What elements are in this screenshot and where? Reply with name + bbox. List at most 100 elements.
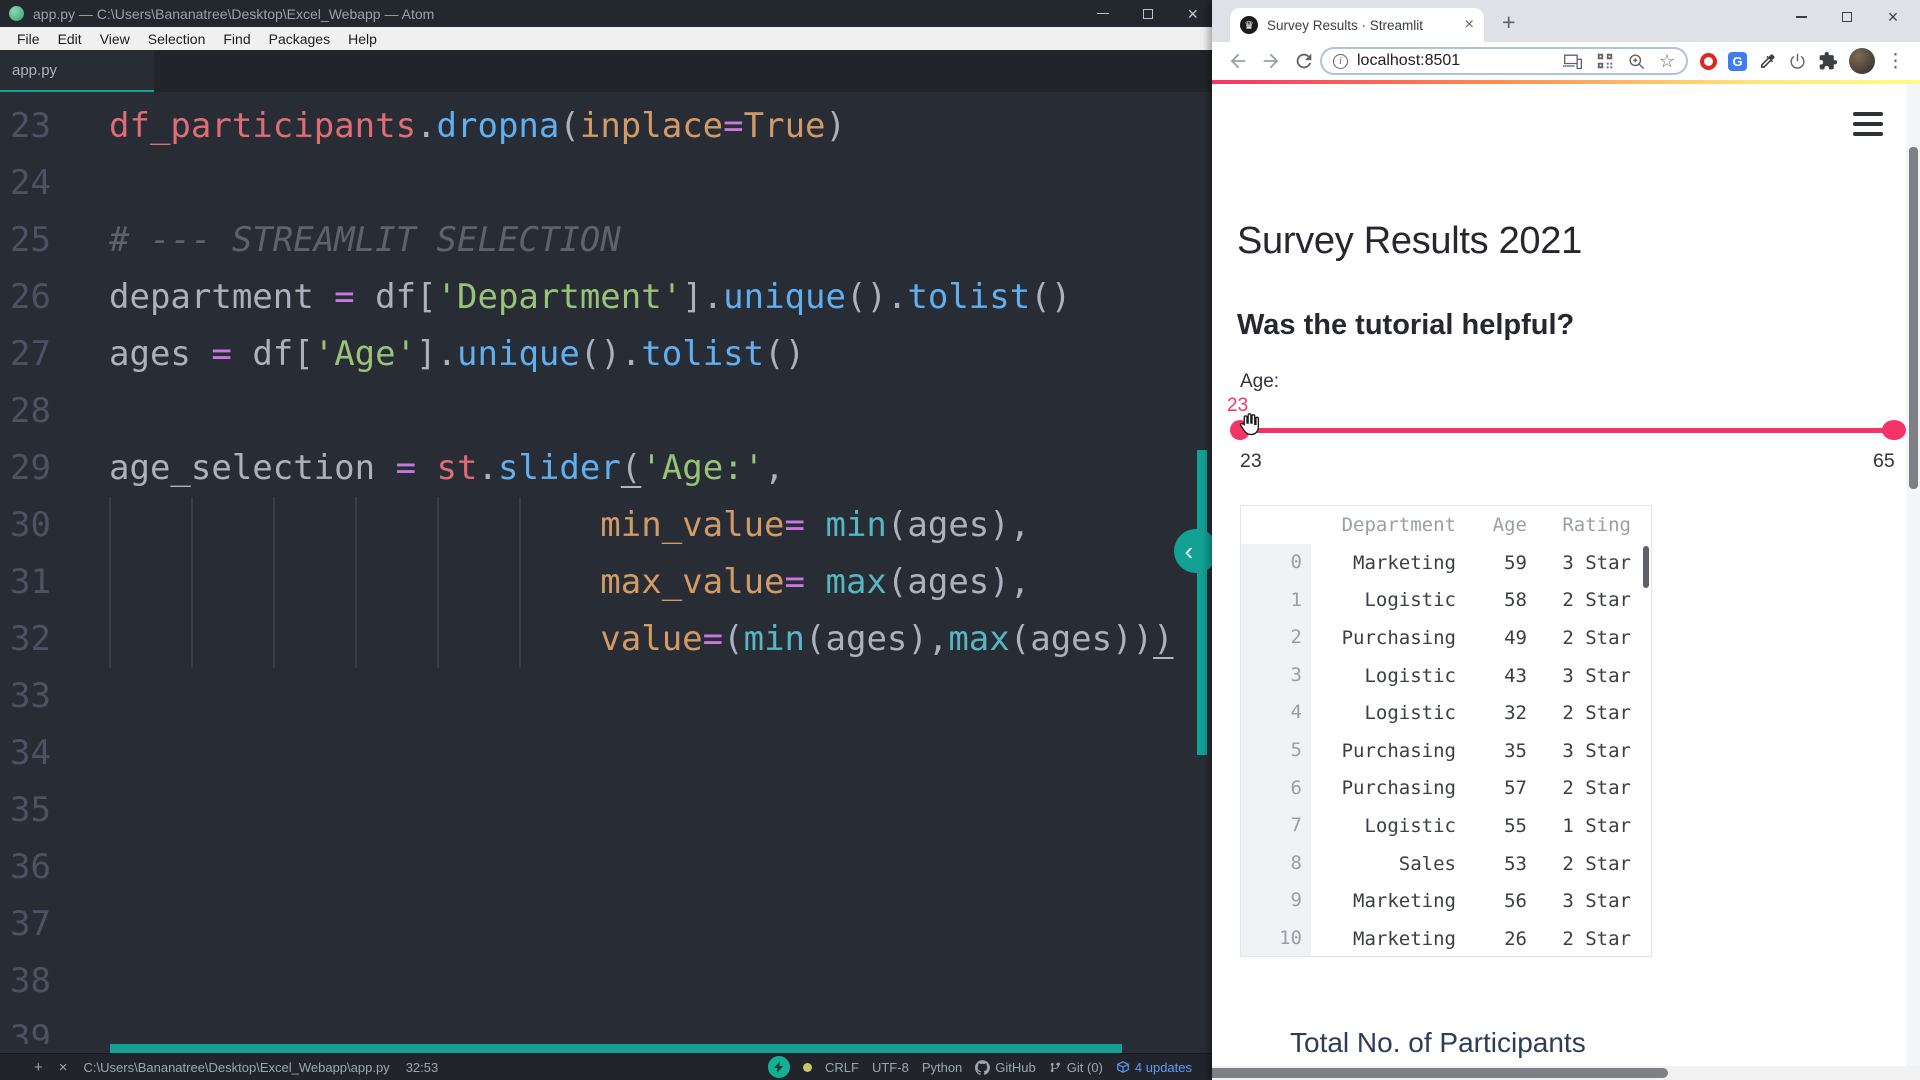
table-cell: Logistic	[1364, 589, 1456, 612]
chrome-window: ♛ Survey Results · Streamlit × + × i loc…	[1212, 0, 1920, 1080]
menu-packages[interactable]: Packages	[260, 31, 339, 47]
line-ending-indicator[interactable]: CRLF	[825, 1060, 859, 1075]
atom-titlebar: app.py — C:\Users\Bananatree\Desktop\Exc…	[0, 0, 1212, 27]
busy-signal-icon[interactable]	[768, 1056, 791, 1078]
bolt-icon	[774, 1061, 784, 1073]
line-number: 27	[10, 334, 51, 374]
streamlit-favicon-icon: ♛	[1240, 16, 1258, 34]
address-bar[interactable]: i localhost:8501 ☆	[1320, 47, 1688, 75]
cursor-position[interactable]: 32:53	[406, 1060, 439, 1075]
table-scrollbar[interactable]	[1643, 546, 1649, 588]
code-text: age_selection = st.slider('Age:',	[109, 448, 785, 488]
menu-selection[interactable]: Selection	[139, 31, 215, 47]
chrome-window-controls: ×	[1778, 0, 1916, 34]
power-extension-icon[interactable]	[1788, 52, 1807, 71]
table-cell: Logistic	[1364, 702, 1456, 725]
close-button[interactable]: ×	[1870, 0, 1916, 34]
file-path[interactable]: C:\Users\Bananatree\Desktop\Excel_Webapp…	[84, 1060, 390, 1075]
browser-tab[interactable]: ♛ Survey Results · Streamlit ×	[1230, 8, 1484, 42]
table-cell: Sales	[1398, 852, 1456, 875]
panel-toggle-handle[interactable]: ‹	[1174, 529, 1212, 573]
table-cell: 56	[1504, 890, 1527, 913]
streamlit-hamburger-menu[interactable]	[1853, 112, 1883, 137]
table-cell: 55	[1504, 814, 1527, 837]
translate-extension-icon[interactable]: G	[1728, 51, 1747, 71]
send-to-device-icon[interactable]	[1562, 52, 1583, 70]
statusbar-right: CRLF UTF-8 Python GitHub Git (0) 4 updat…	[768, 1056, 1192, 1078]
table-cell: 2 Star	[1562, 589, 1631, 612]
line-number: 24	[10, 163, 51, 203]
row-index-cell: 5	[1241, 731, 1311, 770]
forward-button[interactable]	[1260, 50, 1282, 72]
atom-menubar: File Edit View Selection Find Packages Help	[0, 27, 1212, 50]
menu-find[interactable]: Find	[214, 31, 259, 47]
editor-tab-app-py[interactable]: app.py	[0, 50, 154, 92]
code-line-39: 39	[0, 1010, 1212, 1044]
profile-avatar[interactable]	[1849, 48, 1875, 74]
line-number: 31	[10, 562, 51, 602]
add-file-icon[interactable]: +	[34, 1059, 43, 1076]
language-indicator[interactable]: Python	[922, 1060, 962, 1075]
url-text[interactable]: localhost:8501	[1357, 52, 1460, 70]
maximize-icon[interactable]	[1143, 8, 1154, 19]
minimize-icon[interactable]	[1097, 12, 1110, 15]
code-line-32: 32 value=(min(ages),max(ages)))	[0, 611, 1212, 668]
chevron-left-icon: ‹	[1184, 535, 1194, 566]
bookmark-star-icon[interactable]: ☆	[1659, 51, 1675, 72]
chrome-toolbar: i localhost:8501 ☆ G ⋮	[1212, 42, 1920, 80]
qr-code-icon[interactable]	[1596, 52, 1614, 70]
tab-close-icon[interactable]: ×	[1465, 16, 1474, 34]
code-line-31: 31 max_value= max(ages),	[0, 554, 1212, 611]
code-text: value=(min(ages),max(ages)))	[600, 619, 1174, 659]
eyedropper-extension-icon[interactable]	[1758, 52, 1777, 71]
new-tab-button[interactable]: +	[1502, 9, 1515, 36]
code-line-37: 37	[0, 896, 1212, 953]
chrome-menu-icon[interactable]: ⋮	[1886, 50, 1905, 73]
minimize-icon	[1795, 16, 1807, 18]
menu-help[interactable]: Help	[339, 31, 386, 47]
table-cell: Purchasing	[1341, 739, 1456, 762]
close-icon[interactable]: ×	[1187, 5, 1198, 23]
menu-file[interactable]: File	[8, 31, 49, 47]
github-label: GitHub	[995, 1059, 1036, 1075]
code-line-26: 26 department = df['Department'].unique()…	[0, 269, 1212, 326]
row-index-cell: 6	[1241, 769, 1311, 808]
code-area[interactable]: 23 df_participants.dropna(inplace=True) 24…	[0, 92, 1212, 1044]
git-status[interactable]: Git (0)	[1049, 1060, 1103, 1075]
row-index-cell: 4	[1241, 694, 1311, 732]
slider-max-label: 65	[1873, 450, 1895, 472]
encoding-indicator[interactable]: UTF-8	[872, 1060, 909, 1075]
row-index-cell: 9	[1241, 882, 1311, 920]
hamburger-bar	[1853, 132, 1883, 136]
page-vertical-scrollbar[interactable]	[1909, 147, 1918, 489]
streamlit-decoration-bar	[1212, 80, 1920, 84]
adblock-extension-icon[interactable]	[1700, 52, 1717, 70]
reload-button[interactable]	[1293, 50, 1315, 72]
table-cell: 2 Star	[1562, 852, 1631, 875]
page-horizontal-scrollbar[interactable]	[1212, 1068, 1668, 1078]
table-cell: Marketing	[1353, 927, 1456, 950]
github-status[interactable]: GitHub	[975, 1059, 1036, 1075]
site-info-icon[interactable]: i	[1333, 53, 1348, 69]
dataframe-table[interactable]: Department Age Rating 0 Marketing 59 3 Star 1 L…	[1240, 505, 1652, 957]
editor-vertical-scrollbar[interactable]	[1197, 450, 1207, 755]
slider-min-label: 23	[1240, 450, 1262, 472]
package-updates[interactable]: 4 updates	[1116, 1060, 1192, 1075]
table-cell: Age	[1492, 514, 1527, 536]
participants-heading: Total No. of Participants	[1290, 1027, 1586, 1058]
github-icon	[975, 1059, 991, 1075]
minimize-button[interactable]	[1778, 0, 1824, 34]
editor-horizontal-scrollbar[interactable]	[110, 1044, 1122, 1053]
maximize-button[interactable]	[1824, 0, 1870, 34]
code-text: department = df['Department'].unique().t…	[109, 277, 1072, 317]
menu-view[interactable]: View	[91, 31, 139, 47]
extensions-puzzle-icon[interactable]	[1818, 51, 1838, 71]
zoom-icon[interactable]	[1627, 52, 1646, 71]
hamburger-bar	[1853, 112, 1883, 116]
back-button[interactable]	[1227, 50, 1249, 72]
menu-edit[interactable]: Edit	[49, 31, 91, 47]
slider-track[interactable]	[1237, 428, 1897, 433]
slider-thumb-right[interactable]	[1882, 420, 1906, 440]
close-file-icon[interactable]: ×	[59, 1059, 68, 1076]
line-number: 25	[10, 220, 51, 260]
